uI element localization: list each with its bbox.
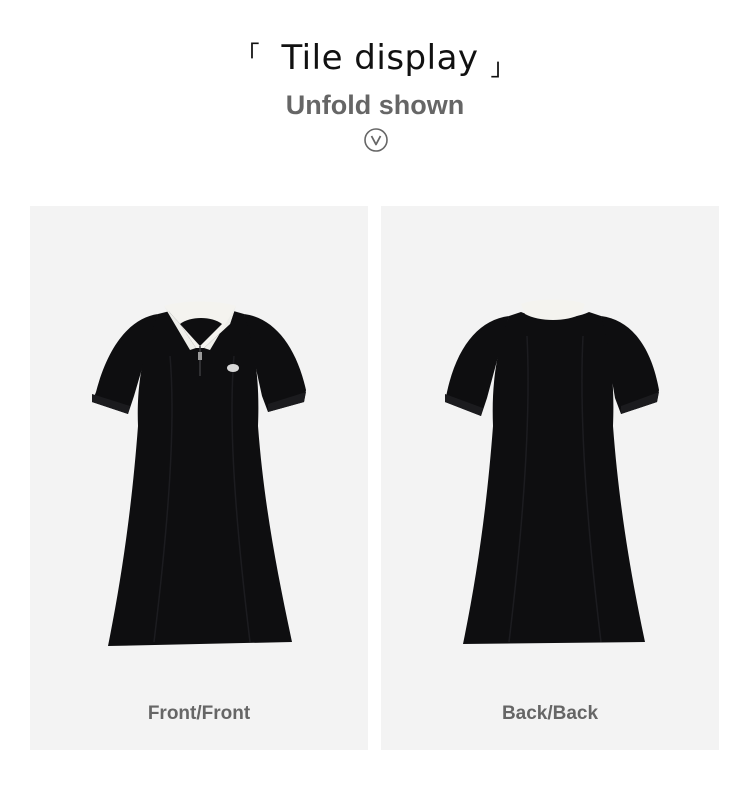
back-view-label: Back/Back xyxy=(501,703,599,724)
front-view-panel: Front/Front xyxy=(30,206,368,750)
title-text: Tile display xyxy=(281,38,479,78)
front-view-label: Front/Front xyxy=(147,703,251,724)
title-bracket-open: 「 xyxy=(235,40,260,69)
chevron-down-circle-icon xyxy=(364,128,388,152)
page-title: 「 Tile display 」 xyxy=(0,30,750,86)
dress-front-image xyxy=(92,301,306,646)
title-bracket-close: 」 xyxy=(490,52,515,81)
back-view-panel: Back/Back xyxy=(381,206,719,750)
subtitle: Unfold shown xyxy=(285,90,465,120)
dress-back-image xyxy=(445,299,659,644)
